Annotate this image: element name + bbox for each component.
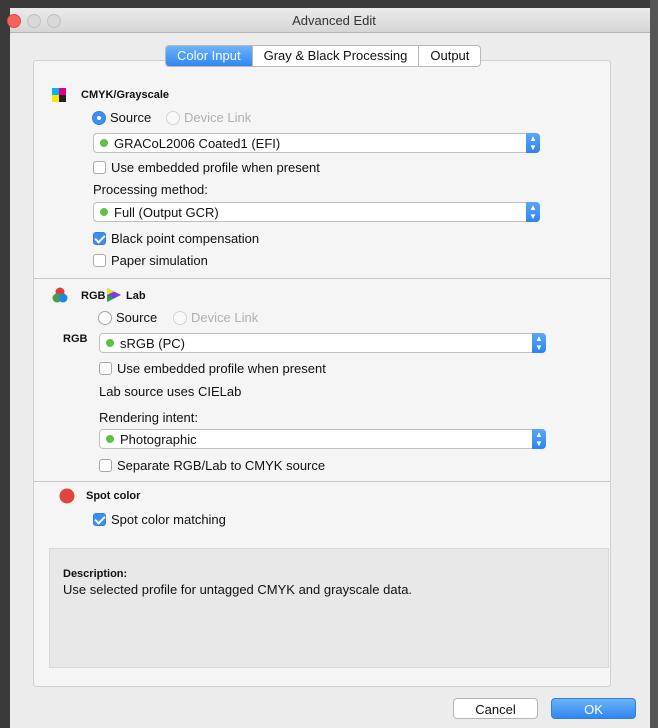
- description-title: Description:: [63, 568, 128, 580]
- tab-color-input[interactable]: Color Input: [166, 46, 253, 66]
- window-edge: [650, 0, 658, 728]
- cmyk-source-radio[interactable]: [92, 111, 106, 125]
- rgb-use-embedded-checkbox[interactable]: [99, 362, 112, 375]
- paper-simulation-label: Paper simulation: [111, 253, 208, 268]
- description-box: Description: Use selected profile for un…: [49, 548, 609, 668]
- rgb-source-label: Source: [116, 310, 158, 325]
- spot-color-matching-checkbox[interactable]: [93, 513, 106, 526]
- spot-color-icon: [59, 488, 75, 504]
- rgb-profile-select[interactable]: sRGB (PC) ▲ ▼: [99, 333, 546, 353]
- lab-source-text: Lab source uses CIELab: [99, 384, 242, 399]
- section-divider: [34, 481, 610, 482]
- separate-rgb-lab-checkbox[interactable]: [99, 459, 112, 472]
- rgb-icon: [52, 287, 68, 303]
- tab-output[interactable]: Output: [419, 46, 480, 66]
- cancel-button[interactable]: Cancel: [453, 698, 538, 719]
- processing-method-label: Processing method:: [93, 182, 208, 197]
- window-title: Advanced Edit: [292, 13, 376, 28]
- chevron-updown-icon: ▲ ▼: [526, 133, 540, 153]
- spot-section-header: Spot color: [86, 490, 141, 502]
- cmyk-device-link-label: Device Link: [184, 110, 252, 125]
- chevron-updown-icon: ▲ ▼: [526, 202, 540, 222]
- cmyk-use-embedded-label: Use embedded profile when present: [111, 160, 320, 175]
- lab-icon: [107, 288, 121, 302]
- separate-rgb-lab-label: Separate RGB/Lab to CMYK source: [117, 458, 326, 473]
- black-point-checkbox[interactable]: [93, 232, 106, 245]
- ok-button[interactable]: OK: [551, 698, 636, 719]
- processing-method-select[interactable]: Full (Output GCR) ▲ ▼: [93, 202, 540, 222]
- rendering-intent-label: Rendering intent:: [99, 410, 199, 425]
- chevron-updown-icon: ▲ ▼: [532, 429, 546, 449]
- cmyk-profile-value: GRACoL2006 Coated1 (EFI): [114, 136, 281, 151]
- paper-simulation-checkbox[interactable]: [93, 254, 106, 267]
- intent-status-icon: [106, 435, 114, 443]
- rgb-row-label: RGB: [63, 333, 88, 345]
- cmyk-section-header: CMYK/Grayscale: [81, 89, 170, 101]
- description-text: Use selected profile for untagged CMYK a…: [63, 582, 413, 597]
- rgb-section-header: RGB: [81, 290, 106, 302]
- cmyk-device-link-radio[interactable]: [166, 111, 180, 125]
- rgb-source-radio[interactable]: [98, 311, 112, 325]
- cmyk-source-label: Source: [110, 110, 152, 125]
- rgb-profile-value: sRGB (PC): [120, 336, 185, 351]
- spot-color-matching-label: Spot color matching: [111, 512, 226, 527]
- rgb-device-link-radio[interactable]: [173, 311, 187, 325]
- chevron-updown-icon: ▲ ▼: [532, 333, 546, 353]
- tab-gray-black-processing[interactable]: Gray & Black Processing: [253, 46, 420, 66]
- profile-status-icon: [100, 139, 108, 147]
- black-point-label: Black point compensation: [111, 231, 260, 246]
- tab-bar: Color Input Gray & Black Processing Outp…: [165, 45, 482, 67]
- profile-status-icon: [106, 339, 114, 347]
- method-status-icon: [100, 208, 108, 216]
- processing-method-value: Full (Output GCR): [114, 205, 219, 220]
- section-divider: [34, 278, 610, 279]
- rgb-use-embedded-label: Use embedded profile when present: [117, 361, 326, 376]
- rendering-intent-value: Photographic: [120, 432, 197, 447]
- lab-section-header: Lab: [126, 290, 146, 302]
- title-bar: Advanced Edit: [7, 8, 658, 33]
- rgb-device-link-label: Device Link: [191, 310, 259, 325]
- cmyk-use-embedded-checkbox[interactable]: [93, 161, 106, 174]
- cmyk-icon: [52, 88, 66, 102]
- rendering-intent-select[interactable]: Photographic ▲ ▼: [99, 429, 546, 449]
- cmyk-profile-select[interactable]: GRACoL2006 Coated1 (EFI) ▲ ▼: [93, 133, 540, 153]
